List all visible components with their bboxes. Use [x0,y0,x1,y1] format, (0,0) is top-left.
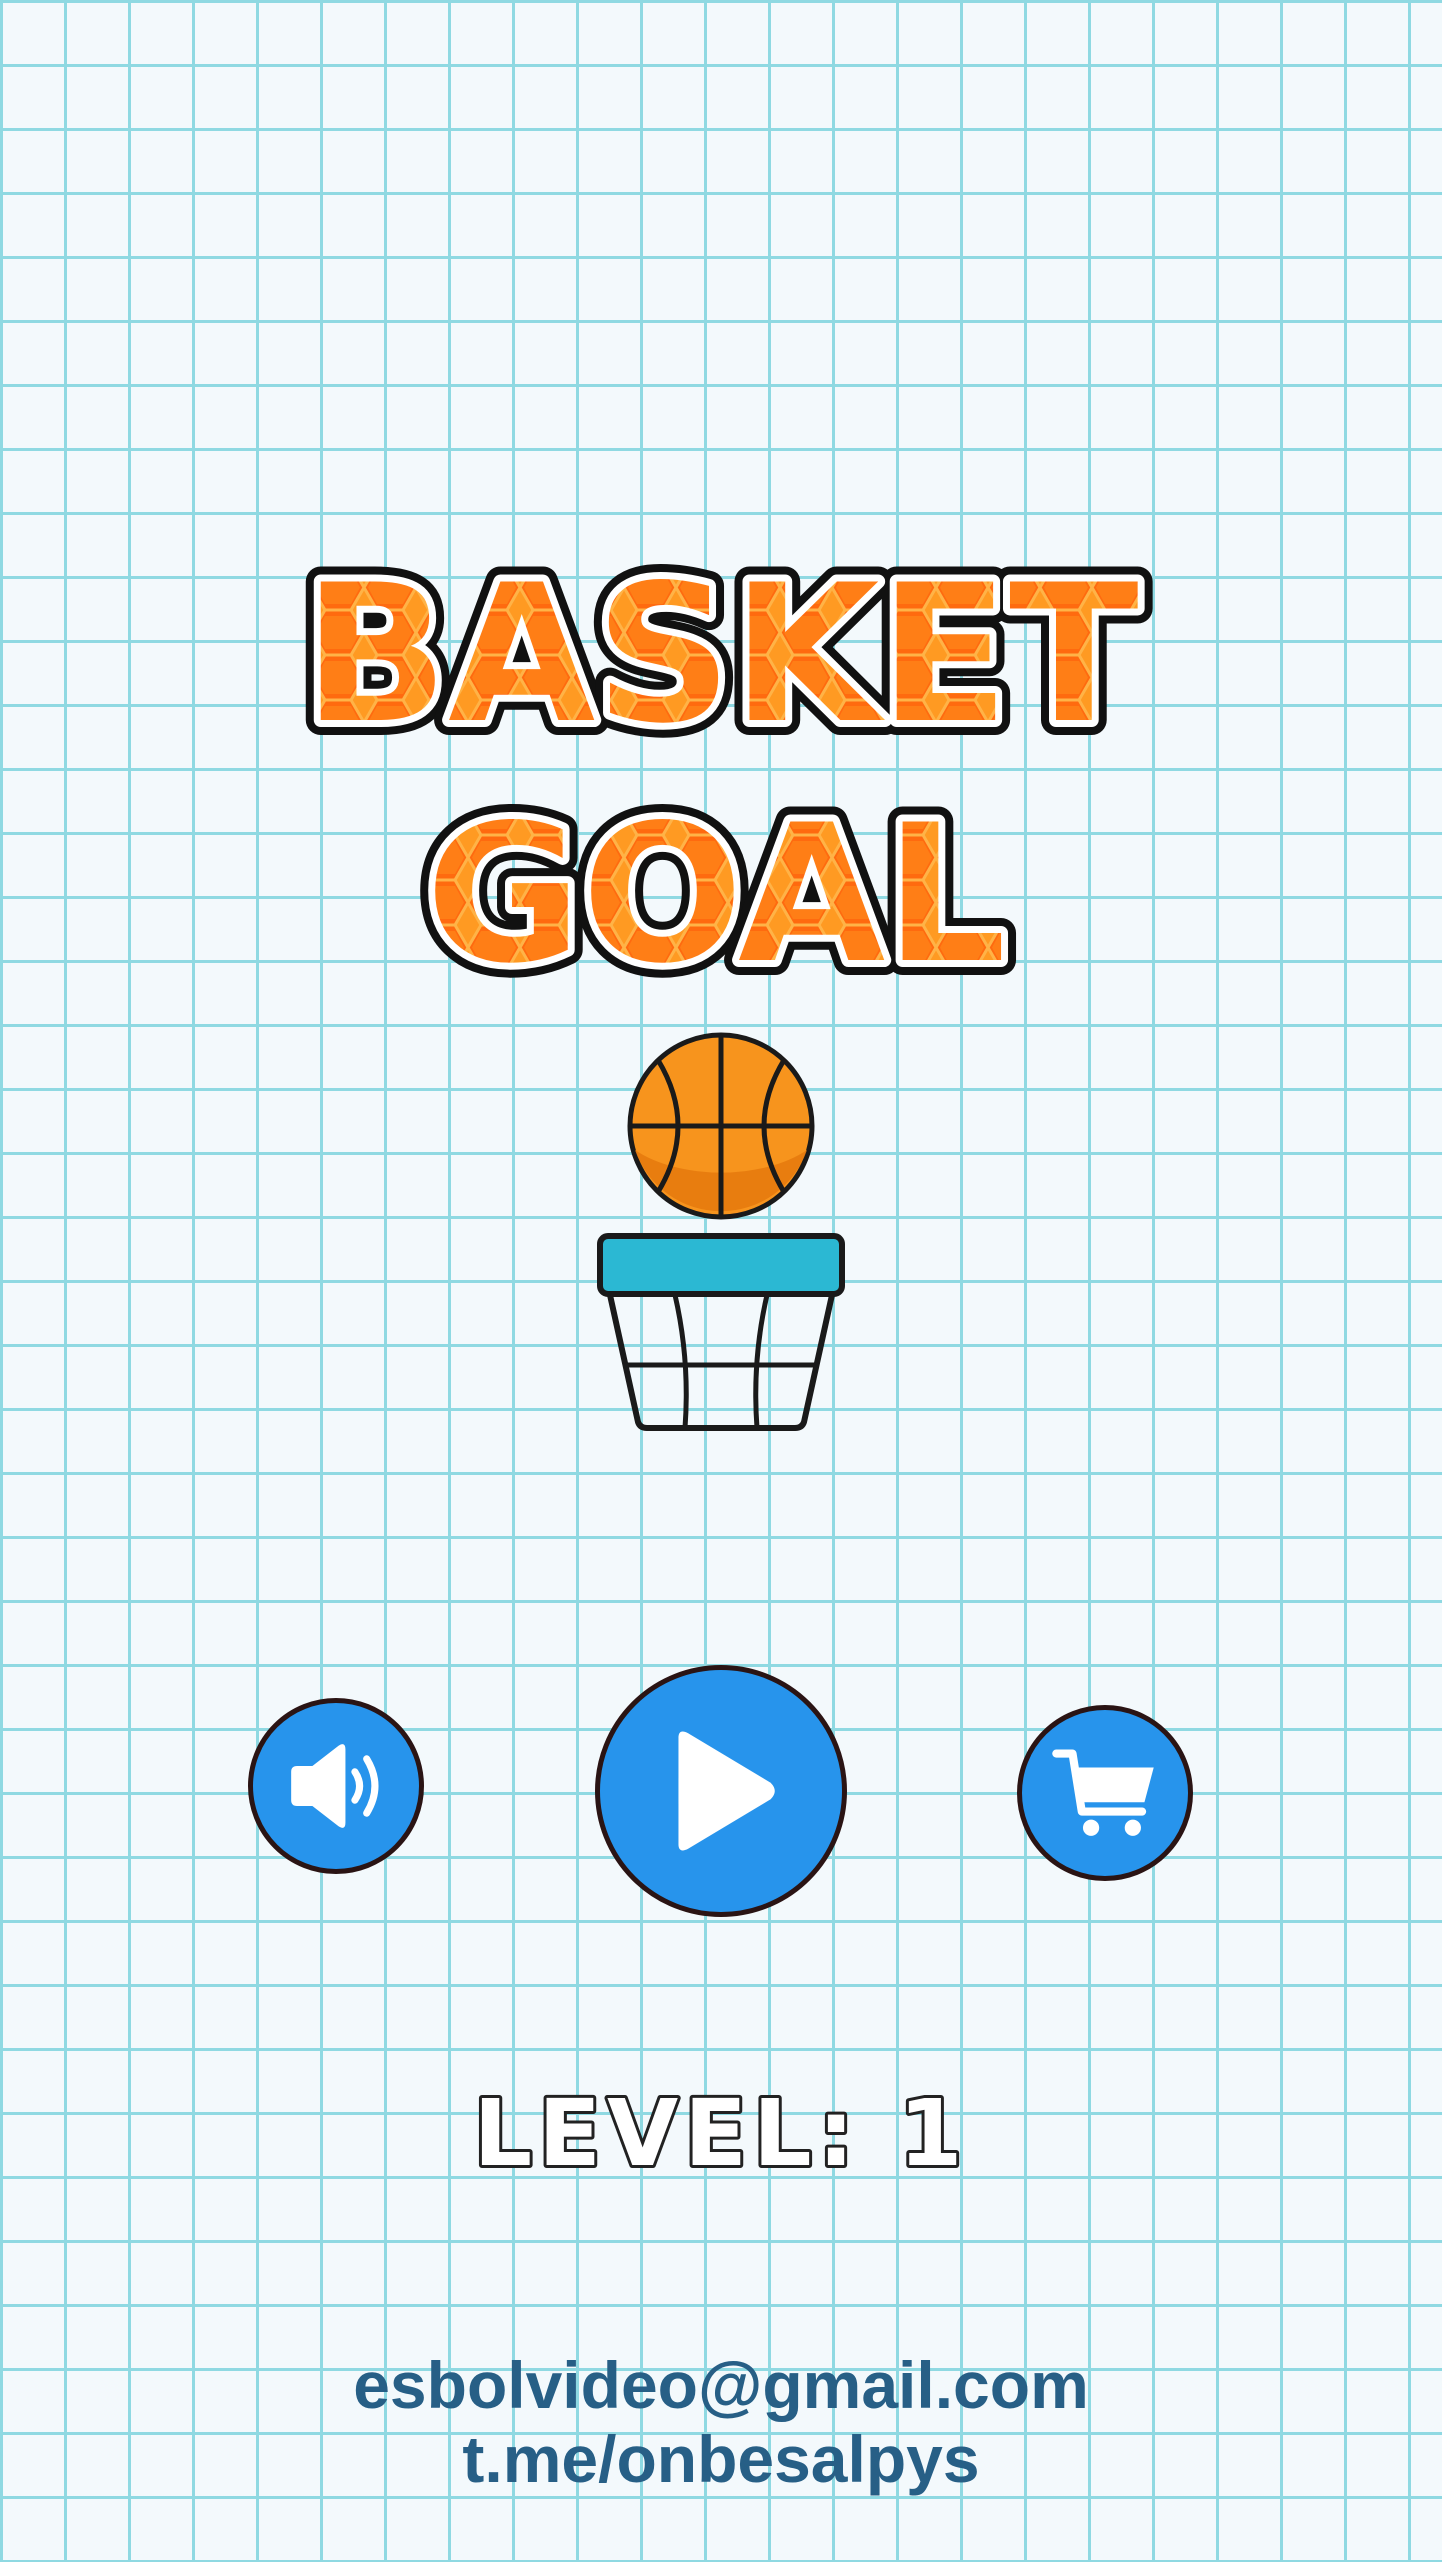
cart-icon [1052,1749,1154,1836]
play-button[interactable] [595,1665,847,1917]
title-line-2-fill: GOAL [426,784,1006,1000]
contact-telegram: t.me/onbesalpys [462,2422,980,2496]
level-indicator: LEVEL: 1 [471,2077,969,2190]
contact-email: esbolvideo@gmail.com [353,2348,1089,2422]
game-title: BASKET BASKET GOAL GOAL [288,529,1153,1000]
sound-button[interactable] [248,1698,424,1874]
shop-button[interactable] [1017,1705,1193,1881]
hoop-icon [597,1233,845,1431]
level-text: LEVEL: 1 [474,2080,969,2187]
speaker-icon [291,1744,379,1828]
play-icon [678,1731,775,1851]
basketball-hoop-illustration [597,1032,845,1431]
title-line-1-fill: BASKET [303,544,1138,765]
basketball-icon [627,1032,815,1220]
